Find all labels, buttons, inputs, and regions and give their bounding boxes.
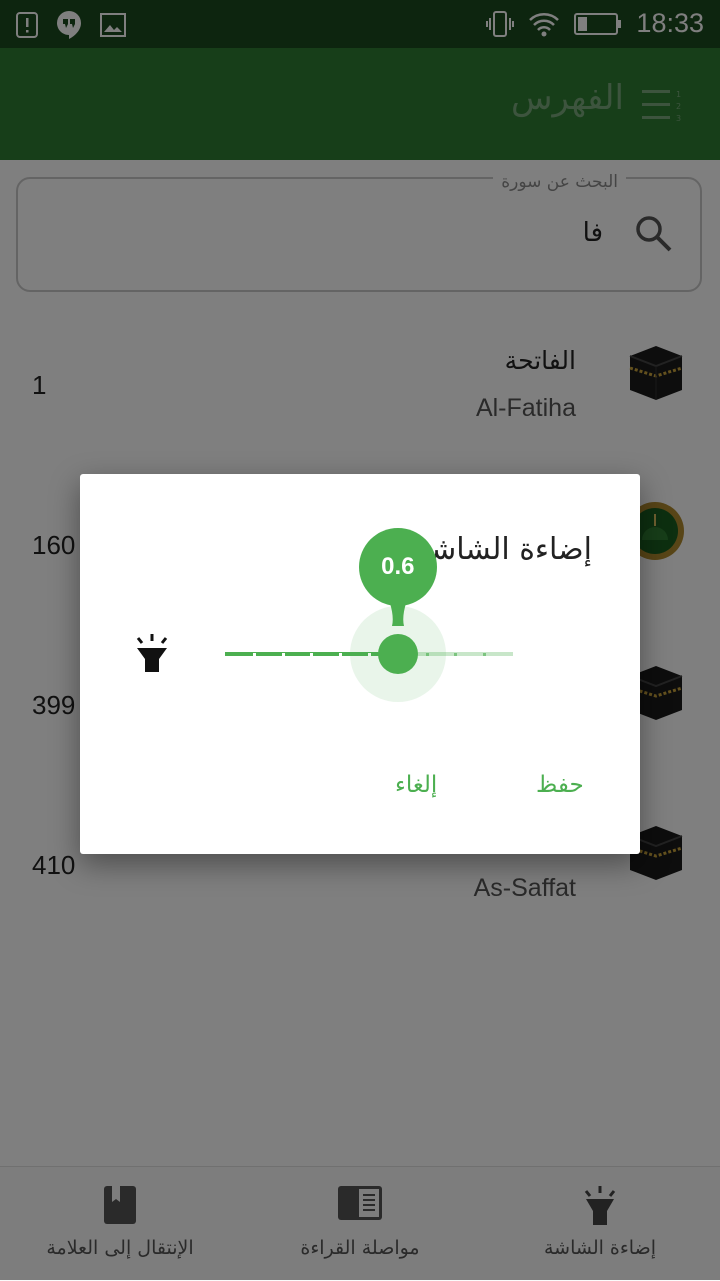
slider-tick — [310, 653, 314, 656]
brightness-dialog: إضاءة الشاشة 0.6 إلغاء حفظ — [80, 474, 640, 854]
cancel-button[interactable]: إلغاء — [395, 772, 437, 798]
slider-tick — [281, 653, 285, 656]
dialog-title: إضاءة الشاشة — [415, 532, 592, 567]
slider-tick — [252, 653, 256, 656]
slider-thumb[interactable] — [377, 634, 418, 674]
slider-tick — [339, 653, 343, 656]
slider-tick — [483, 653, 487, 656]
slider-tick — [454, 653, 458, 656]
slider-value-bubble: 0.6 — [358, 528, 437, 606]
light-icon — [136, 634, 168, 672]
save-button[interactable]: حفظ — [536, 772, 584, 798]
